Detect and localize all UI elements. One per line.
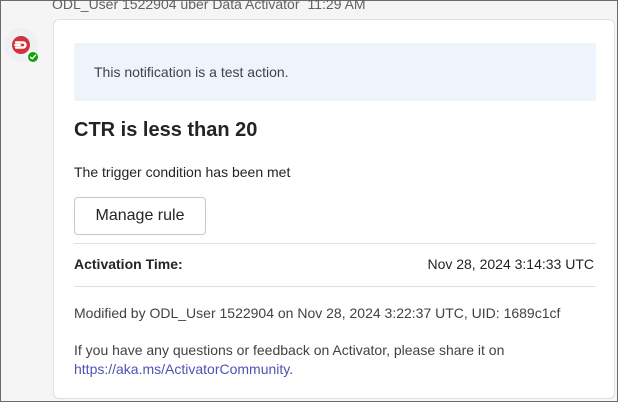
- message-time: 11:29 AM: [307, 0, 366, 12]
- manage-rule-button[interactable]: Manage rule: [74, 197, 206, 235]
- divider: [74, 243, 596, 244]
- divider: [74, 286, 596, 287]
- banner-text: This notification is a test action.: [94, 64, 289, 80]
- test-action-banner: This notification is a test action.: [74, 43, 596, 101]
- activation-time-value: Nov 28, 2024 3:14:33 UTC: [427, 256, 594, 272]
- feedback-message: If you have any questions or feedback on…: [74, 342, 505, 358]
- message-header: ODL_User 1522904 über Data Activator 11:2…: [52, 0, 366, 12]
- sender-name: ODL_User 1522904 über Data Activator: [52, 0, 300, 12]
- card-subtitle: The trigger condition has been met: [74, 164, 291, 180]
- modified-info: Modified by ODL_User 1522904 on Nov 28, …: [74, 305, 561, 321]
- activation-time-label: Activation Time:: [74, 256, 183, 272]
- avatar[interactable]: [4, 28, 40, 64]
- notification-card: This notification is a test action. CTR …: [53, 19, 615, 399]
- presence-available-icon: [26, 50, 40, 64]
- card-title: CTR is less than 20: [74, 119, 258, 141]
- feedback-text: If you have any questions or feedback on…: [74, 341, 574, 379]
- activator-community-link[interactable]: https://aka.ms/ActivatorCommunity: [74, 361, 289, 377]
- feedback-suffix: .: [289, 361, 294, 377]
